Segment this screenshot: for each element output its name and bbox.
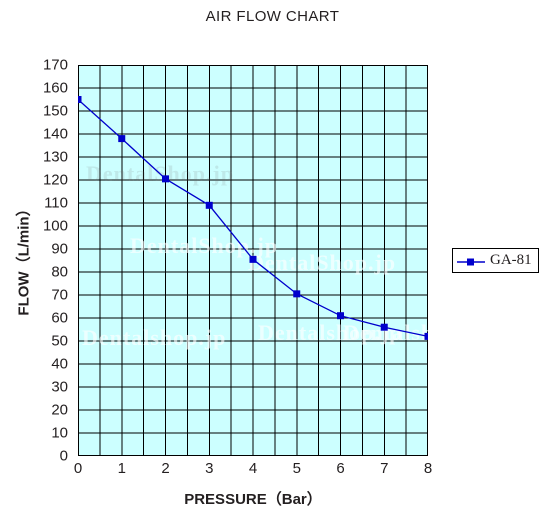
y-axis-tick-label: 70: [51, 286, 68, 304]
y-axis-title: FLOW（L/min）: [15, 201, 33, 316]
chart-title: AIR FLOW CHART: [205, 8, 340, 25]
y-axis-tick-label: 100: [42, 217, 68, 235]
y-axis-tick-label: 80: [51, 263, 68, 281]
legend-line-marker-icon: [456, 255, 486, 267]
chart-legend: GA-81: [452, 248, 539, 273]
y-axis-tick-label: 120: [42, 171, 68, 189]
air-flow-chart: AIR FLOW CHART 170 160 150 140 130 120 110 100 9…: [0, 0, 545, 514]
y-axis-tick-label: 150: [42, 102, 68, 120]
x-axis-tick-label: 6: [336, 460, 345, 477]
y-axis-tick-label: 30: [51, 378, 68, 396]
y-axis-tick-label: 140: [42, 125, 68, 143]
y-axis-tick-label: 160: [42, 79, 68, 97]
y-axis-tick-label: 90: [51, 240, 68, 258]
y-axis-tick-label: 50: [51, 332, 68, 350]
y-axis-tick-label: 0: [59, 447, 68, 465]
plot-wrapper: DentalShop.jp DentalShop.jp DentalShop.j…: [78, 65, 486, 456]
y-axis-tick-label: 170: [42, 56, 68, 74]
y-axis-tick-labels: 170 160 150 140 130 120 110 100 90 80 70 60 50 40 30 20…: [0, 58, 72, 464]
x-axis-tick-label: 8: [423, 460, 433, 477]
y-axis-tick-label: 130: [42, 148, 68, 166]
y-axis-tick-label: 20: [51, 401, 68, 419]
y-axis-tick-label: 40: [51, 355, 68, 373]
y-axis-tick-label: 60: [51, 309, 68, 327]
y-axis-tick-label: 110: [44, 194, 68, 212]
x-axis-tick-label: 2: [161, 460, 170, 477]
x-axis-tick-label: 7: [380, 460, 389, 477]
x-axis-tick-label: 0: [73, 460, 83, 477]
x-axis-tick-label: 3: [205, 460, 214, 477]
data-series-layer: [78, 96, 428, 340]
legend-label-ga-81: GA-81: [490, 252, 532, 268]
x-axis-title: PRESSURE（Bar）: [184, 491, 322, 508]
x-axis-tick-label: 5: [292, 460, 301, 477]
x-axis-tick-label: 1: [117, 460, 126, 477]
x-axis-tick-label: 4: [248, 460, 258, 477]
x-axis-tick-labels: 0 1 2 3 4 5 6 7 8: [74, 460, 432, 483]
y-axis-tick-label: 10: [51, 424, 68, 442]
